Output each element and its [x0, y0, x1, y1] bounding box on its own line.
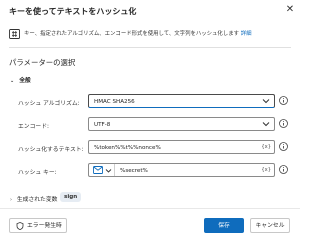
chevron-down-icon — [105, 168, 112, 173]
chevron-down-icon — [262, 99, 270, 104]
hash-key-label: ハッシュ キー: — [18, 170, 57, 176]
title-bar: キーを使ってテキストをハッシュ化 ✕ — [0, 0, 300, 23]
key-type-dropdown[interactable] — [89, 164, 115, 176]
close-icon[interactable]: ✕ — [284, 4, 296, 16]
shield-icon — [16, 222, 24, 230]
hash-algorithm-value: HMAC SHA256 — [94, 98, 135, 105]
encoding-select[interactable]: UTF-8 — [88, 117, 275, 131]
details-link[interactable]: 詳細 — [241, 31, 252, 37]
hash-key-input[interactable]: %secret% {x} — [88, 163, 275, 177]
group-label: 全般 — [19, 78, 31, 84]
text-to-hash-value: %token%%t%%nonce% — [94, 144, 161, 151]
description-text: キー、指定されたアルゴリズム、エンコード形式を使用して、文字列をハッシュ化します — [24, 31, 239, 37]
on-error-button[interactable]: エラー発生時 — [9, 218, 67, 233]
info-icon[interactable] — [279, 142, 288, 151]
hash-algorithm-select[interactable]: HMAC SHA256 — [88, 94, 275, 108]
produced-variables-label: 生成された変数 — [16, 197, 58, 203]
hash-algorithm-label: ハッシュ アルゴリズム: — [18, 101, 80, 107]
description-row: キー、指定されたアルゴリズム、エンコード形式を使用して、文字列をハッシュ化します… — [0, 28, 300, 40]
info-icon[interactable] — [279, 165, 288, 174]
envelope-icon — [93, 166, 103, 174]
hash-text-with-key-dialog: キーを使ってテキストをハッシュ化 ✕ キー、指定されたアルゴリズム、エンコード形… — [0, 0, 300, 241]
text-to-hash-input[interactable]: %token%%t%%nonce% {x} — [88, 140, 275, 154]
info-icon[interactable] — [279, 119, 288, 128]
text-to-hash-label: ハッシュ化するテキスト: — [18, 147, 84, 153]
hash-key-value: %secret% — [120, 167, 148, 174]
section-title: パラメーターの選択 — [9, 58, 76, 67]
encoding-value: UTF-8 — [94, 121, 111, 128]
dialog-description: キー、指定されたアルゴリズム、エンコード形式を使用して、文字列をハッシュ化します… — [24, 29, 252, 37]
chevron-down-icon: ⌄ — [10, 78, 15, 84]
dialog-title: キーを使ってテキストをハッシュ化 — [9, 7, 137, 16]
general-group-header[interactable]: ⌄ 全般 — [10, 75, 31, 84]
chevron-down-icon — [262, 122, 270, 127]
info-icon[interactable] — [279, 96, 288, 105]
encoding-label: エンコード: — [18, 124, 49, 130]
variable-picker-button[interactable]: {x} — [261, 144, 271, 150]
divider — [9, 47, 291, 48]
hash-icon — [9, 29, 20, 39]
variable-picker-button[interactable]: {x} — [261, 167, 271, 173]
footer-divider — [0, 208, 300, 209]
on-error-label: エラー発生時 — [27, 223, 62, 229]
variable-badge[interactable]: sign — [60, 192, 82, 202]
chevron-right-icon: › — [10, 197, 12, 203]
save-button[interactable]: 保存 — [204, 218, 244, 233]
produced-variables-toggle[interactable]: › 生成された変数 — [10, 194, 57, 203]
cancel-button[interactable]: キャンセル — [250, 218, 290, 233]
